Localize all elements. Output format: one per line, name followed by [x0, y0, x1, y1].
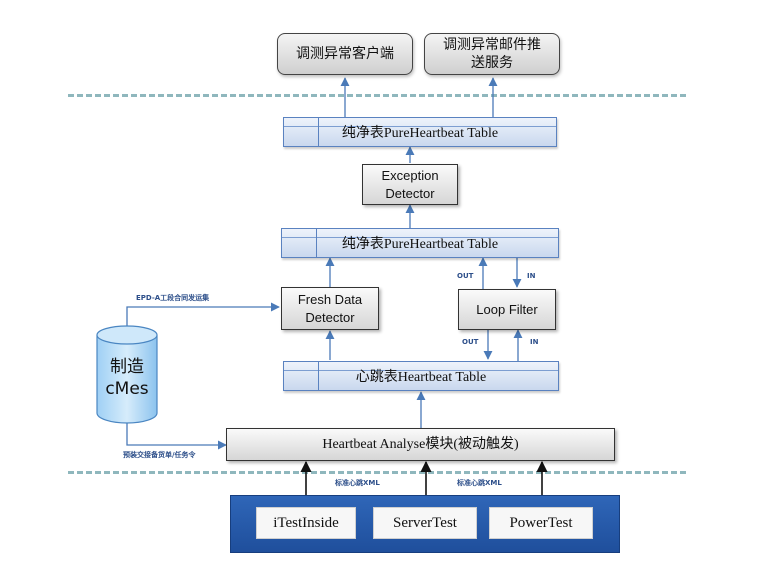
analyse-module-label: Heartbeat Analyse模块(被动触发)	[322, 436, 519, 452]
mes-to-analyse-label: 预装交接备货单/任务令	[123, 451, 196, 459]
server-service-label: ServerTest	[393, 514, 457, 531]
client-app-box: 调测异常客户端	[277, 33, 413, 75]
power-service-label: PowerTest	[509, 514, 573, 531]
pure-table-top-label: 纯净表PureHeartbeat Table	[341, 126, 499, 141]
pure-table-mid: 纯净表PureHeartbeat Table	[281, 228, 559, 258]
pure-table-mid-label: 纯净表PureHeartbeat Table	[341, 237, 499, 252]
out-lower-label: OUT	[462, 338, 479, 346]
itest-service-label: iTestInside	[273, 514, 339, 531]
heartbeat-table-label: 心跳表Heartbeat Table	[355, 370, 487, 385]
epd-collect-label: EPD-A工段合同发运集	[136, 294, 210, 302]
loop-filter-label: Loop Filter	[476, 301, 538, 317]
loop-filter-box: Loop Filter	[458, 289, 556, 330]
heartbeat-table: 心跳表Heartbeat Table	[283, 361, 559, 391]
in-lower-label: IN	[530, 338, 539, 346]
mail-service-box: 调测异常邮件推送服务	[424, 33, 560, 75]
fresh-data-detector-label: Fresh Data Detector	[297, 291, 363, 325]
out-upper-label: OUT	[457, 272, 474, 280]
in-upper-label: IN	[527, 272, 536, 280]
server-service-box: ServerTest	[373, 507, 477, 539]
mail-service-label: 调测异常邮件推送服务	[443, 37, 541, 71]
std-xml-label-2: 标准心跳XML	[457, 479, 502, 487]
exception-detector-label: Exception Detector	[381, 167, 439, 201]
cmes-database-label: 制造 cMes	[105, 357, 149, 399]
client-app-label: 调测异常客户端	[296, 46, 394, 62]
exception-detector-box: Exception Detector	[362, 164, 458, 205]
analyse-module-box: Heartbeat Analyse模块(被动触发)	[226, 428, 615, 461]
pure-table-top: 纯净表PureHeartbeat Table	[283, 117, 557, 147]
itest-service-box: iTestInside	[256, 507, 356, 539]
fresh-data-detector-box: Fresh Data Detector	[281, 287, 379, 330]
std-xml-label-1: 标准心跳XML	[335, 479, 380, 487]
power-service-box: PowerTest	[489, 507, 593, 539]
